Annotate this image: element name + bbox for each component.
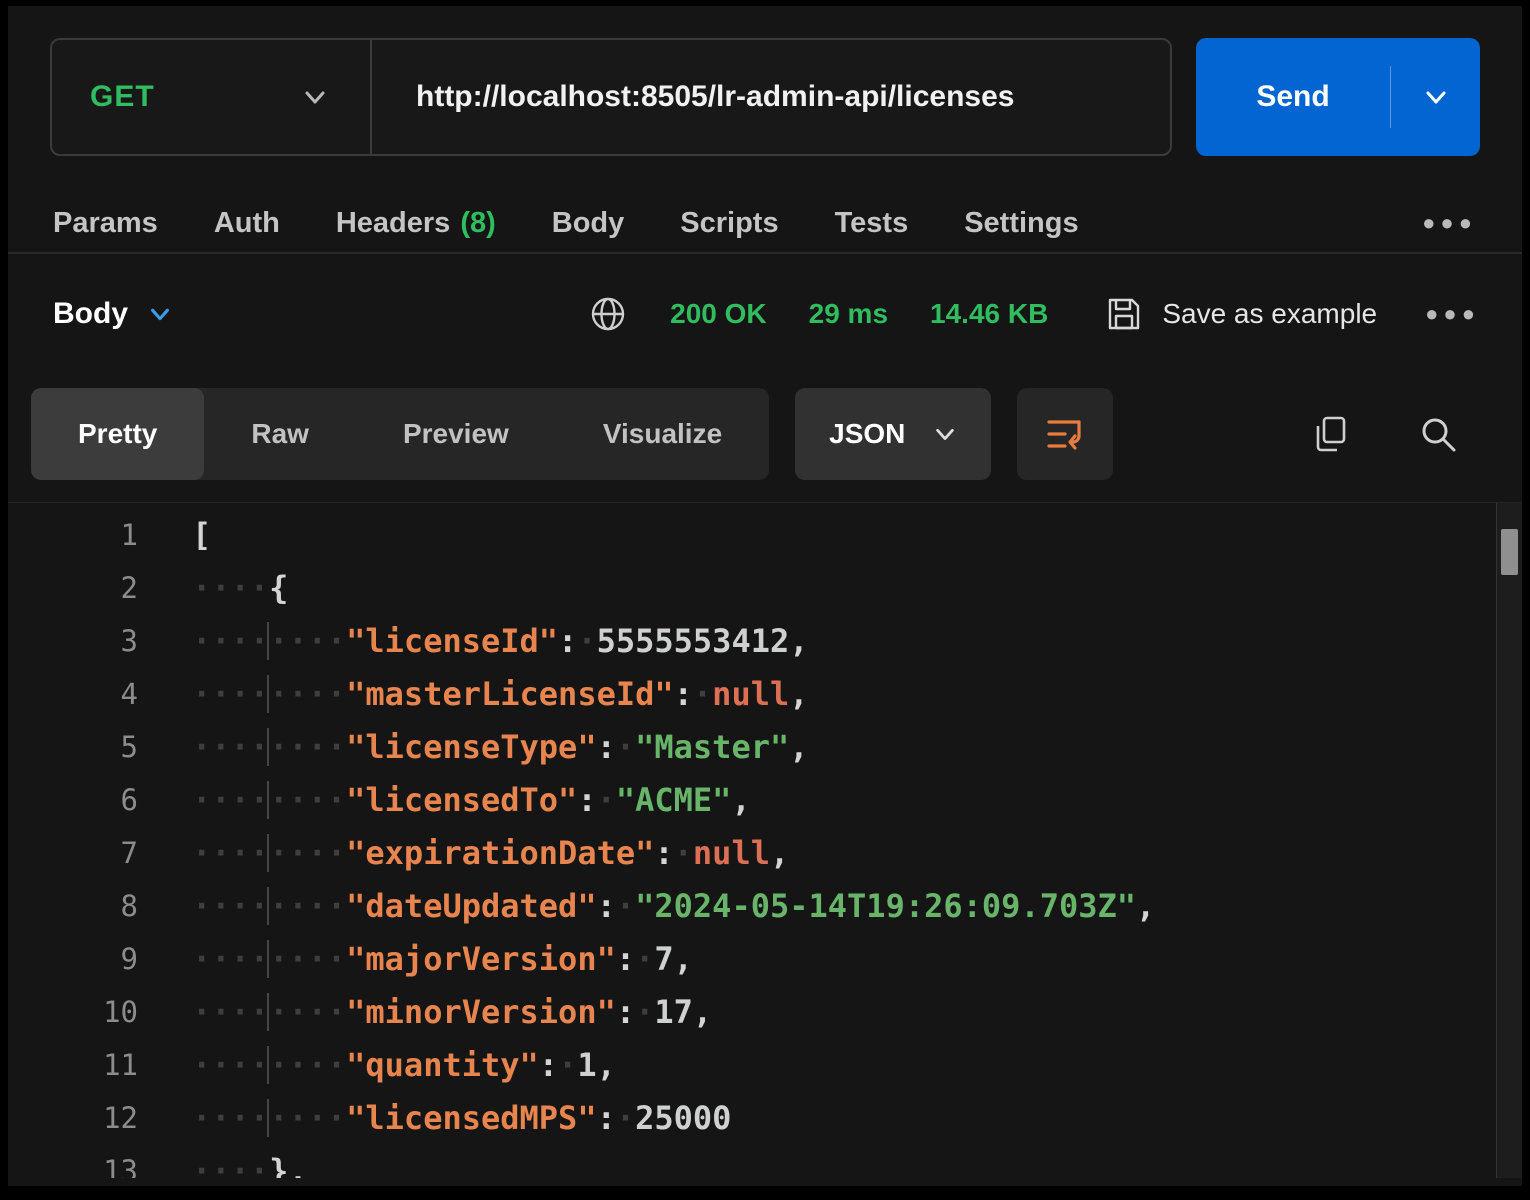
response-body-select[interactable]: Body [53, 297, 172, 331]
code-line: 6 ········"licensedTo":·"ACME", [8, 774, 1522, 827]
code-line: 8 ········"dateUpdated":·"2024-05-14T19:2… [8, 880, 1522, 933]
request-tabs: Params Auth Headers (8) Body Scripts Test… [8, 194, 1522, 254]
view-tab-pretty[interactable]: Pretty [31, 388, 204, 480]
code-line: 10 ········"minorVersion":·17, [8, 986, 1522, 1039]
response-section-label: Body [53, 297, 128, 331]
line-number: 6 [8, 774, 138, 827]
headers-count-badge: (8) [460, 207, 495, 239]
tab-tests[interactable]: Tests [835, 207, 909, 240]
chevron-down-icon [148, 302, 172, 326]
response-view-tabs: Pretty Raw Preview Visualize [31, 388, 769, 480]
line-number: 11 [8, 1039, 138, 1092]
line-content: ········"expirationDate":·null, [192, 827, 789, 880]
chevron-down-icon [302, 84, 328, 110]
line-content: ········"licenseType":·"Master", [192, 721, 809, 774]
response-meta-bar: Body 200 OK 29 ms 14.46 KB Save as examp… [8, 268, 1522, 360]
save-as-example-label: Save as example [1162, 298, 1377, 330]
line-content: ········"minorVersion":·17, [192, 986, 712, 1039]
send-options-button[interactable] [1391, 84, 1480, 110]
send-button[interactable]: Send [1196, 38, 1480, 156]
request-panel: GET http://localhost:8505/lr-admin-api/l… [8, 6, 1522, 1186]
code-line: 11 ········"quantity":·1, [8, 1039, 1522, 1092]
code-line: 1[ [8, 509, 1522, 562]
line-number: 12 [8, 1092, 138, 1145]
view-tab-preview[interactable]: Preview [356, 388, 556, 480]
network-globe-icon[interactable] [588, 294, 628, 334]
more-options-icon[interactable]: ●●● [1422, 210, 1477, 236]
line-content: ····}, [192, 1145, 308, 1178]
line-number: 10 [8, 986, 138, 1039]
code-lines: 1[2····{3········"licenseId":·5555553412… [8, 503, 1522, 1178]
line-number: 7 [8, 827, 138, 880]
line-content: ········"licenseId":·5555553412, [192, 615, 809, 668]
tab-scripts[interactable]: Scripts [680, 207, 778, 240]
search-button[interactable] [1416, 412, 1460, 456]
code-line: 13 ····}, [8, 1145, 1522, 1178]
tab-auth[interactable]: Auth [214, 207, 280, 240]
response-time: 29 ms [809, 298, 888, 330]
save-as-example-button[interactable]: Save as example [1104, 294, 1377, 334]
line-number: 1 [8, 509, 138, 562]
floppy-save-icon [1104, 294, 1144, 334]
tab-headers-label: Headers [336, 207, 450, 239]
method-select[interactable]: GET [52, 40, 370, 154]
format-select-value: JSON [829, 418, 905, 450]
tab-settings[interactable]: Settings [964, 207, 1078, 240]
url-input[interactable]: http://localhost:8505/lr-admin-api/licen… [372, 80, 1014, 114]
line-number: 3 [8, 615, 138, 668]
line-number: 2 [8, 562, 138, 615]
response-size: 14.46 KB [930, 298, 1048, 330]
line-content: ········"quantity":·1, [192, 1039, 616, 1092]
chevron-down-icon [933, 422, 957, 446]
beautify-wrap-icon [1043, 414, 1087, 454]
line-content: ····{ [192, 562, 288, 615]
status-badge: 200 OK [670, 298, 767, 330]
response-more-options-icon[interactable]: ●●● [1425, 301, 1480, 327]
format-select[interactable]: JSON [795, 388, 991, 480]
line-content: [ [192, 509, 211, 562]
scrollbar-thumb[interactable] [1501, 529, 1518, 575]
send-button-label: Send [1196, 80, 1390, 114]
copy-icon [1310, 413, 1352, 455]
response-body-viewer: 1[2····{3········"licenseId":·5555553412… [8, 502, 1522, 1178]
scrollbar[interactable] [1496, 503, 1522, 1178]
line-content: ········"masterLicenseId":·null, [192, 668, 809, 721]
line-number: 9 [8, 933, 138, 986]
tab-params[interactable]: Params [53, 207, 158, 240]
view-tab-raw[interactable]: Raw [204, 388, 356, 480]
response-stats: 200 OK 29 ms 14.46 KB Save as example ●●… [588, 294, 1480, 334]
line-content: ········"licensedMPS":·25000 [192, 1092, 731, 1145]
view-tab-visualize[interactable]: Visualize [556, 388, 769, 480]
search-icon [1416, 412, 1460, 456]
beautify-button[interactable] [1017, 388, 1113, 480]
code-line: 2 ····{ [8, 562, 1522, 615]
tab-headers[interactable]: Headers (8) [336, 207, 496, 240]
line-number: 4 [8, 668, 138, 721]
copy-button[interactable] [1310, 413, 1352, 455]
url-box: GET http://localhost:8505/lr-admin-api/l… [50, 38, 1172, 156]
code-line: 12 ········"licensedMPS":·25000 [8, 1092, 1522, 1145]
code-line: 9 ········"majorVersion":·7, [8, 933, 1522, 986]
chevron-down-icon [1423, 84, 1449, 110]
method-label: GET [90, 80, 155, 114]
line-content: ········"licensedTo":·"ACME", [192, 774, 751, 827]
line-content: ········"dateUpdated":·"2024-05-14T19:26… [192, 880, 1155, 933]
line-content: ········"majorVersion":·7, [192, 933, 693, 986]
api-client-window: GET http://localhost:8505/lr-admin-api/l… [0, 0, 1530, 1200]
code-line: 5 ········"licenseType":·"Master", [8, 721, 1522, 774]
code-line: 4 ········"masterLicenseId":·null, [8, 668, 1522, 721]
code-line: 3 ········"licenseId":·5555553412, [8, 615, 1522, 668]
code-line: 7 ········"expirationDate":·null, [8, 827, 1522, 880]
tab-body[interactable]: Body [552, 207, 625, 240]
request-bar: GET http://localhost:8505/lr-admin-api/l… [50, 38, 1480, 156]
response-view-bar: Pretty Raw Preview Visualize JSON [31, 388, 1482, 480]
line-number: 13 [8, 1145, 138, 1178]
line-number: 8 [8, 880, 138, 933]
line-number: 5 [8, 721, 138, 774]
